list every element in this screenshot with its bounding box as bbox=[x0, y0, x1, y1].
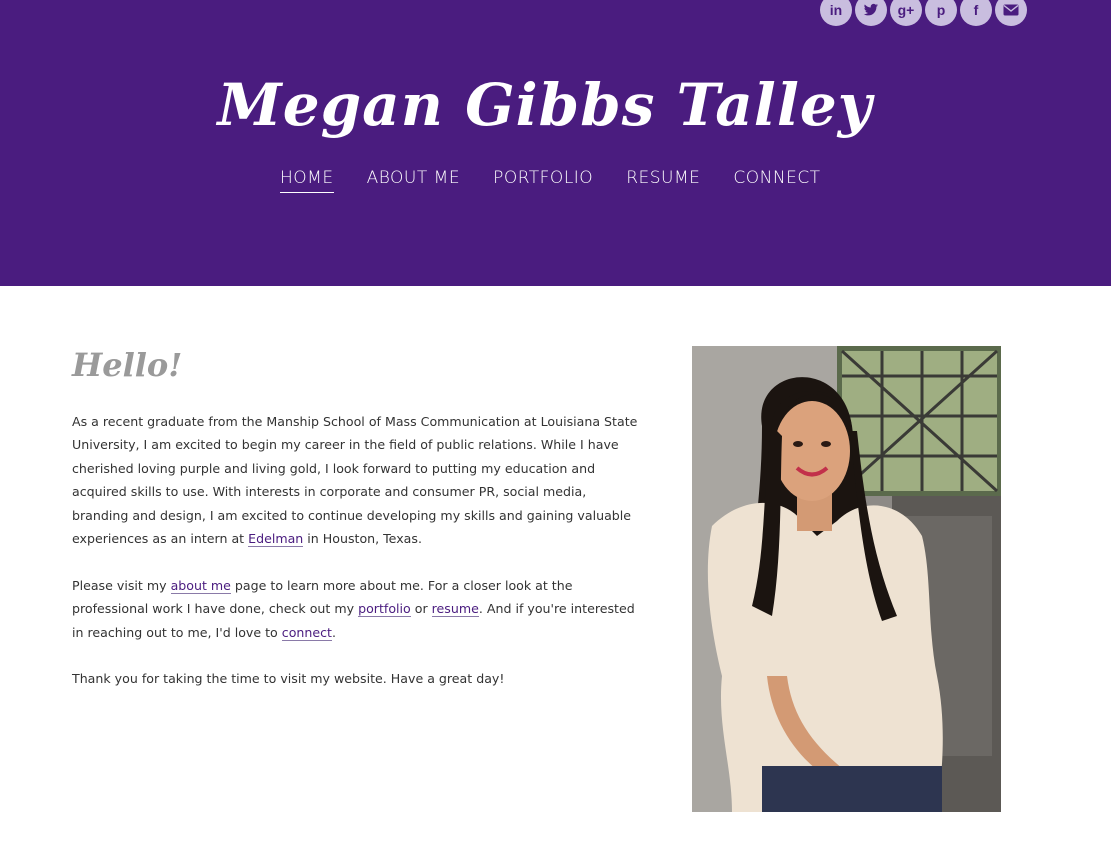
linkedin-glyph: in bbox=[829, 2, 843, 18]
nav-connect[interactable]: CONNECT bbox=[733, 166, 820, 193]
nav-home[interactable]: HOME bbox=[280, 166, 334, 193]
facebook-glyph: f bbox=[973, 2, 979, 18]
about-me-link[interactable]: about me bbox=[170, 577, 231, 594]
links-paragraph: Please visit my about me page to learn m… bbox=[72, 574, 642, 644]
nav-about-me[interactable]: ABOUT ME bbox=[367, 166, 460, 193]
linkedin-icon[interactable]: in bbox=[820, 0, 852, 26]
portrait-illustration bbox=[692, 346, 1001, 812]
twitter-bird-shape bbox=[863, 3, 878, 16]
nav-resume[interactable]: RESUME bbox=[626, 166, 700, 193]
google-plus-icon[interactable]: g+ bbox=[890, 0, 922, 26]
twitter-icon[interactable] bbox=[855, 0, 887, 26]
main-nav: HOME ABOUT ME PORTFOLIO RESUME CONNECT bbox=[280, 166, 821, 193]
mail-icon[interactable] bbox=[995, 0, 1027, 26]
social-links: in g+ p f bbox=[820, 0, 1027, 26]
intro-text-1: As a recent graduate from the Manship Sc… bbox=[72, 414, 638, 547]
site-header: in g+ p f Megan Gibbs Talley HOME ABOUT … bbox=[0, 0, 1111, 286]
portrait-photo bbox=[692, 346, 1001, 812]
thanks-paragraph: Thank you for taking the time to visit m… bbox=[72, 671, 505, 687]
resume-link[interactable]: resume bbox=[431, 601, 479, 618]
pinterest-icon[interactable]: p bbox=[925, 0, 957, 26]
intro-paragraph: As a recent graduate from the Manship Sc… bbox=[72, 410, 642, 550]
connect-link[interactable]: connect bbox=[281, 624, 332, 641]
envelope-shape bbox=[1003, 4, 1019, 16]
greeting-heading: Hello! bbox=[72, 346, 183, 384]
main-content: Hello! As a recent graduate from the Man… bbox=[72, 340, 642, 714]
nav-portfolio[interactable]: PORTFOLIO bbox=[493, 166, 593, 193]
portfolio-link[interactable]: portfolio bbox=[358, 601, 411, 618]
links-text-3: or bbox=[410, 601, 432, 617]
intro-text-2: in Houston, Texas. bbox=[303, 531, 422, 547]
edelman-link[interactable]: Edelman bbox=[248, 531, 304, 548]
links-text-5: . bbox=[331, 624, 336, 640]
site-title[interactable]: Megan Gibbs Talley bbox=[0, 62, 1090, 148]
google-plus-glyph: g+ bbox=[897, 2, 915, 18]
pinterest-glyph: p bbox=[936, 2, 946, 18]
facebook-icon[interactable]: f bbox=[960, 0, 992, 26]
links-text-1: Please visit my bbox=[72, 577, 171, 593]
